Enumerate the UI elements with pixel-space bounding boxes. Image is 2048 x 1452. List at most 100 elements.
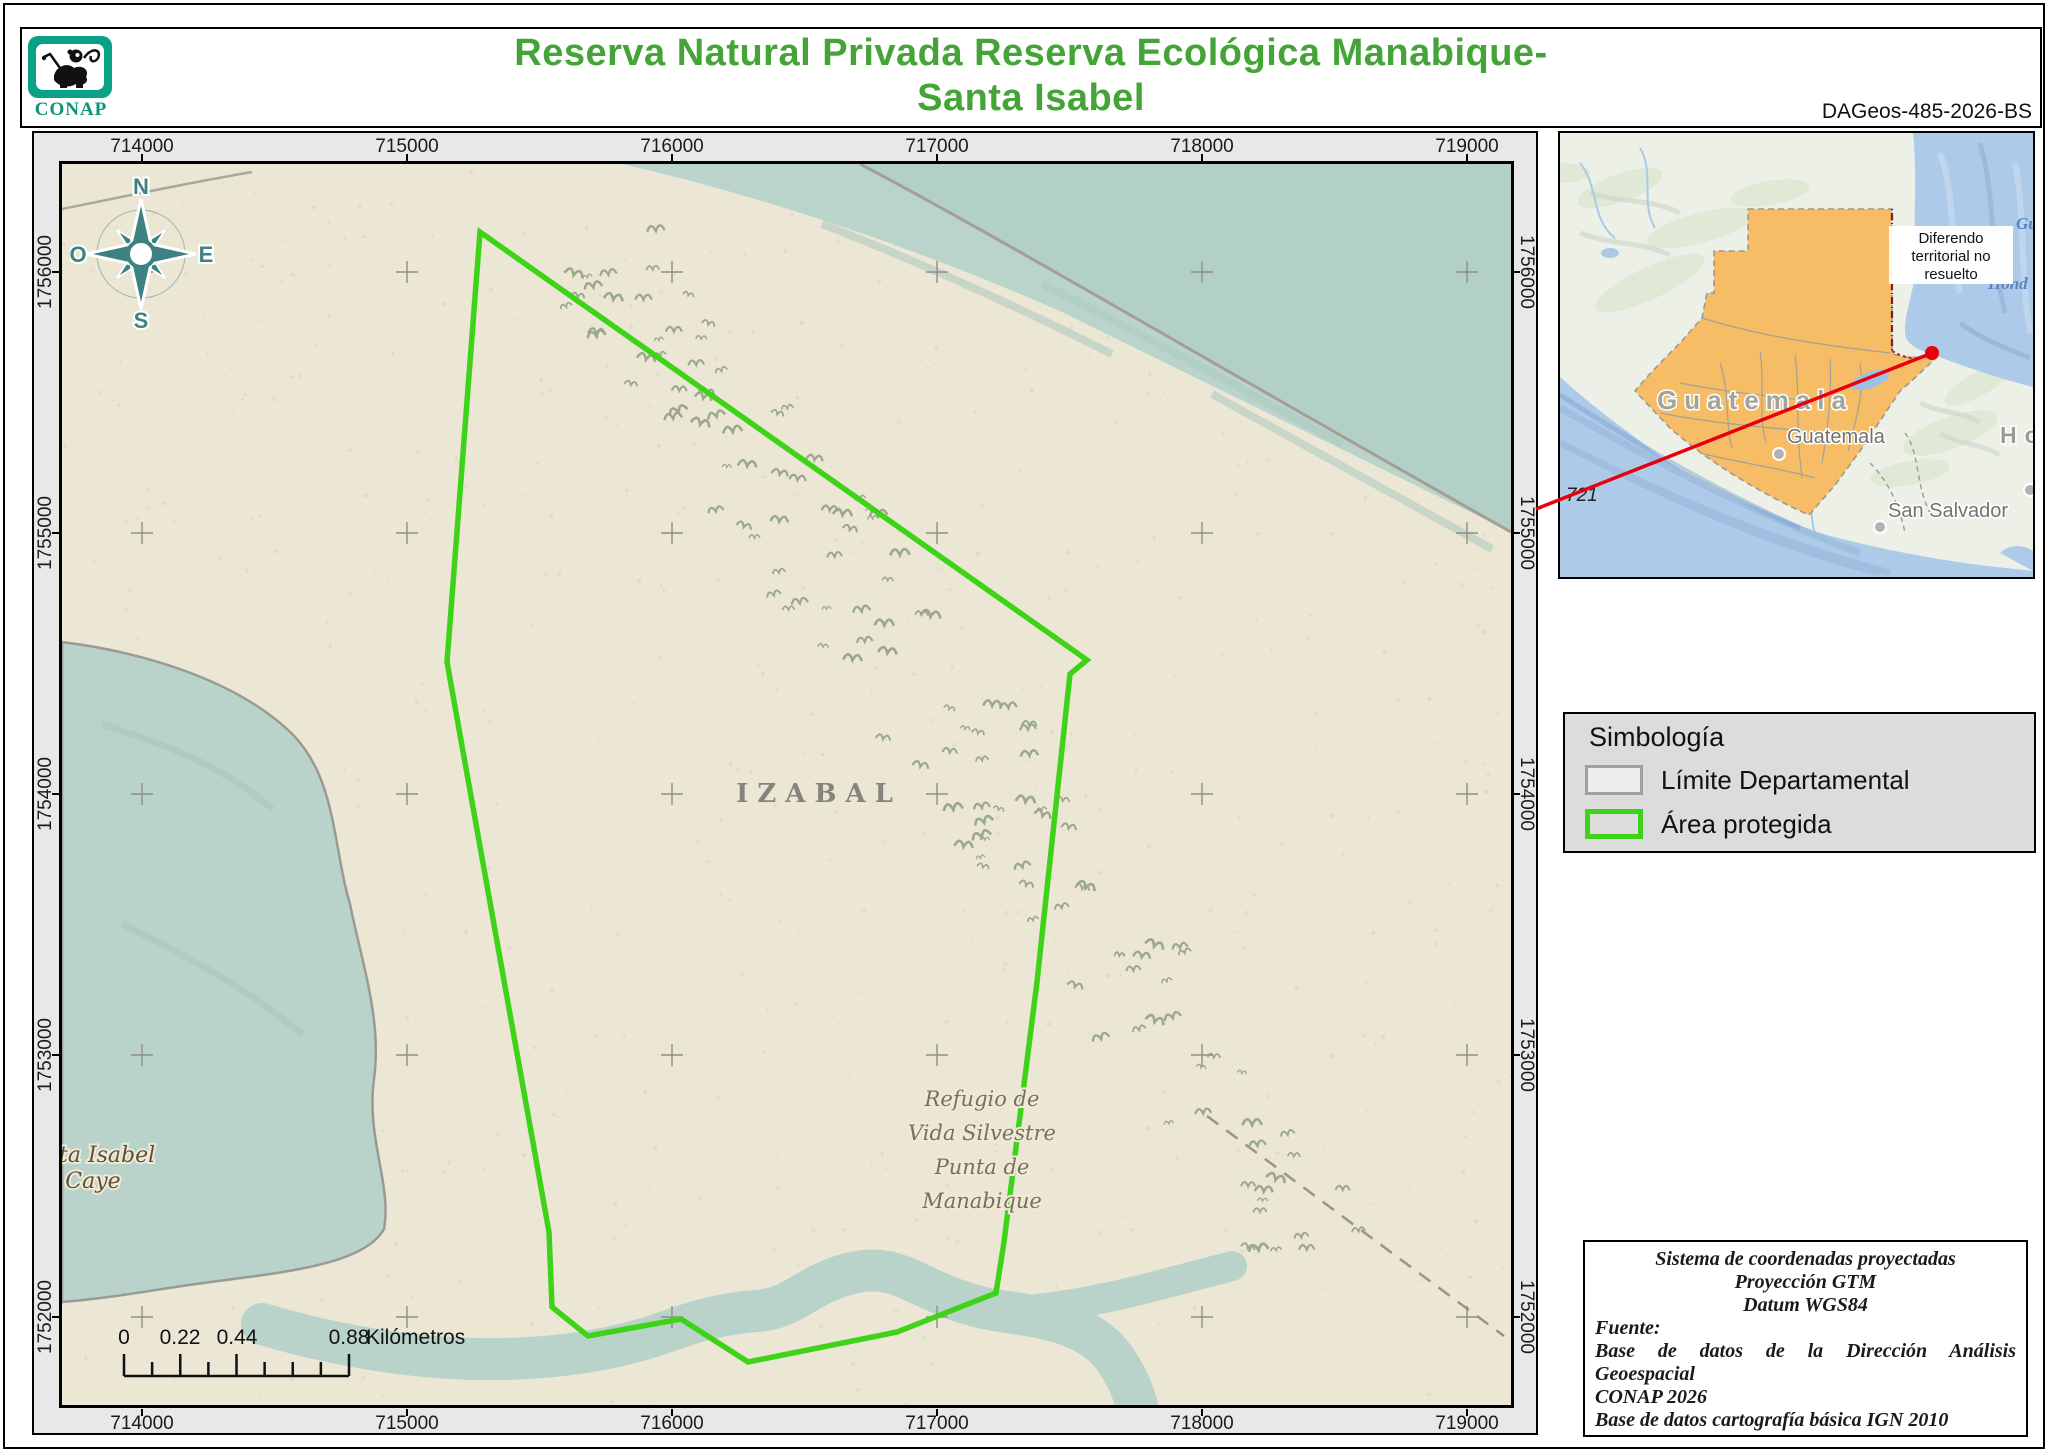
scalebar-label-044: 0.44: [217, 1326, 258, 1349]
axis-label-x-top: 715000: [362, 136, 452, 156]
map-frame: IZABAL Refugio de Vida Silvestre Punta d…: [59, 161, 1514, 1408]
header: CONAP Reserva Natural Privada Reserva Ec…: [20, 27, 2042, 128]
legend-item-label: Área protegida: [1661, 809, 1832, 840]
legend-item-label: Límite Departamental: [1661, 765, 1910, 796]
inset-honduras-label: Ho: [2000, 422, 2033, 448]
axis-label-x-top: 714000: [97, 136, 187, 156]
axis-tick: [671, 154, 673, 161]
territorial-note: Diferendo territorial no resuelto: [1889, 226, 2013, 284]
compass-north-label: N: [133, 174, 149, 199]
guatemala-city-dot: [1773, 448, 1785, 460]
info-projection: Proyección GTM: [1595, 1271, 2016, 1294]
info-source-line3: Base de datos cartografía básica IGN 201…: [1595, 1409, 2016, 1432]
axis-label-x-top: 719000: [1422, 136, 1512, 156]
axis-tick: [1513, 1054, 1520, 1056]
refugio-label-line1: Refugio de: [924, 1087, 1040, 1111]
axis-label-y-right: 1756000: [1517, 227, 1537, 317]
axis-label-y-right: 1752000: [1517, 1272, 1537, 1362]
axis-label-y-right: 1754000: [1517, 749, 1537, 839]
caye-label-line2: Caye: [65, 1169, 120, 1194]
axis-tick: [1466, 1409, 1468, 1416]
info-source-line2: CONAP 2026: [1595, 1386, 2016, 1409]
inset-country-label: Guatemala: [1657, 385, 1853, 415]
axis-label-x-bottom: 715000: [362, 1413, 452, 1433]
axis-label-x-top: 717000: [892, 136, 982, 156]
info-source-heading: Fuente:: [1595, 1317, 2016, 1340]
refugio-label-line4: Manabique: [921, 1189, 1042, 1213]
axis-tick: [141, 1409, 143, 1416]
conap-logo: CONAP: [28, 36, 114, 122]
compass-south-label: S: [134, 308, 149, 332]
legend-item-departmental: Límite Departamental: [1585, 764, 1910, 796]
scalebar-label-022: 0.22: [160, 1326, 201, 1349]
scalebar-label-088: 0.88: [329, 1326, 370, 1349]
axis-label-x-top: 718000: [1157, 136, 1247, 156]
legend: Simbología Límite Departamental Área pro…: [1563, 712, 2036, 853]
city-dot: [2024, 484, 2033, 496]
axis-label-x-bottom: 716000: [627, 1413, 717, 1433]
map-document-page: CONAP Reserva Natural Privada Reserva Ec…: [0, 0, 2048, 1452]
map-canvas: IZABAL Refugio de Vida Silvestre Punta d…: [62, 164, 1511, 1405]
axis-tick: [52, 1316, 59, 1318]
axis-tick: [52, 793, 59, 795]
axis-tick: [936, 154, 938, 161]
axis-tick: [1201, 154, 1203, 161]
refugio-label-line3: Punta de: [934, 1155, 1030, 1179]
refugio-label-line2: Vida Silvestre: [908, 1121, 1056, 1145]
scalebar-unit: Kilómetros: [366, 1326, 465, 1349]
axis-tick: [1513, 793, 1520, 795]
projection-info-box: Sistema de coordenadas proyectadas Proye…: [1583, 1240, 2028, 1437]
note-line3: resuelto: [1924, 266, 1977, 283]
scale-bar: 0 0.22 0.44 0.88 Kilómetros: [102, 1304, 662, 1399]
inset-san-salvador-label: San Salvador: [1888, 500, 2008, 522]
monkey-glyph-icon: [36, 44, 104, 90]
protected-area-swatch: [1585, 809, 1643, 839]
legend-title: Simbología: [1589, 722, 1724, 753]
axis-label-x-bottom: 718000: [1157, 1413, 1247, 1433]
note-line1: Diferendo: [1918, 230, 1983, 247]
caye-label-line1: nta Isabel: [62, 1143, 155, 1168]
axis-label-x-bottom: 719000: [1422, 1413, 1512, 1433]
axis-label-x-top: 716000: [627, 136, 717, 156]
axis-tick: [671, 1409, 673, 1416]
map-title: Reserva Natural Privada Reserva Ecológic…: [222, 31, 1840, 121]
departmental-limit-swatch: [1585, 765, 1643, 795]
document-id: DAGeos-485-2026-BS: [1822, 100, 2032, 124]
axis-tick: [52, 532, 59, 534]
axis-tick: [936, 1409, 938, 1416]
map-title-line2: Santa Isabel: [222, 76, 1840, 121]
inset-sea-label-1: Gu: [2016, 214, 2033, 233]
compass-west-label: O: [70, 242, 87, 267]
inset-city-label: Guatemala: [1787, 426, 1886, 448]
scalebar-label-0: 0: [118, 1326, 130, 1349]
info-source-line1: Base de datos de la Dirección Análisis G…: [1595, 1340, 2016, 1386]
axis-label-x-bottom: 717000: [892, 1413, 982, 1433]
conap-logo-text: CONAP: [28, 99, 114, 121]
axis-tick: [1513, 1316, 1520, 1318]
legend-item-protected: Área protegida: [1585, 808, 1832, 840]
axis-tick: [1513, 532, 1520, 534]
axis-label-y-right: 1755000: [1517, 488, 1537, 578]
main-map-box: IZABAL Refugio de Vida Silvestre Punta d…: [32, 131, 1538, 1435]
compass-east-label: E: [199, 242, 214, 267]
san-salvador-dot: [1874, 521, 1886, 533]
info-coordinate-system: Sistema de coordenadas proyectadas: [1595, 1248, 2016, 1271]
axis-tick: [1513, 271, 1520, 273]
axis-label-y-right: 1753000: [1517, 1010, 1537, 1100]
info-datum: Datum WGS84: [1595, 1294, 2016, 1317]
map-title-line1: Reserva Natural Privada Reserva Ecológic…: [222, 31, 1840, 76]
axis-tick: [141, 154, 143, 161]
axis-tick: [52, 271, 59, 273]
axis-tick: [1201, 1409, 1203, 1416]
department-label: IZABAL: [736, 779, 902, 809]
axis-tick: [406, 1409, 408, 1416]
axis-label-x-bottom: 714000: [97, 1413, 187, 1433]
axis-tick: [406, 154, 408, 161]
note-line2: territorial no: [1911, 248, 1990, 265]
axis-tick: [52, 1054, 59, 1056]
inset-locator-map: Guatemala Guatemala San Salvador Ho Gu H…: [1558, 131, 2035, 579]
compass-rose: N E S O: [70, 172, 215, 332]
conap-logo-frame: [28, 36, 112, 98]
axis-tick: [1466, 154, 1468, 161]
inset-route-label: 721: [1566, 485, 1598, 506]
